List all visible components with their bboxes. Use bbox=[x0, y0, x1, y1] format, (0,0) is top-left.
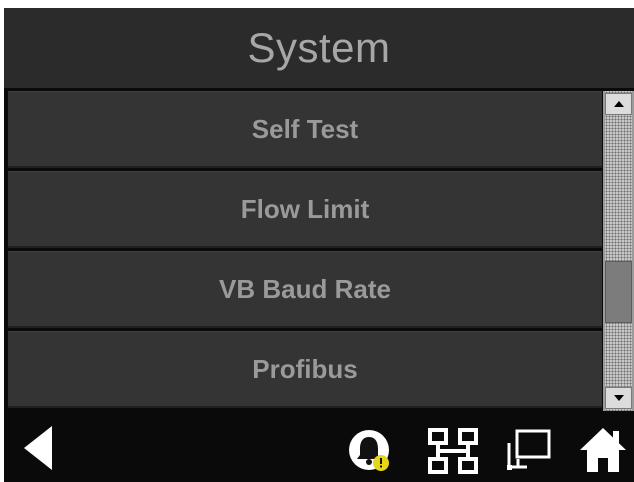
menu-item-label: Flow Limit bbox=[240, 193, 370, 224]
scroll-down-button[interactable] bbox=[605, 387, 632, 409]
bottom-nav-bar bbox=[4, 412, 634, 482]
alarm-button[interactable] bbox=[346, 426, 396, 476]
scrollbar[interactable] bbox=[603, 91, 634, 411]
remote-terminal-icon bbox=[507, 429, 551, 470]
alarm-bell-icon bbox=[349, 430, 389, 471]
network-icon bbox=[428, 428, 478, 474]
scroll-up-button[interactable] bbox=[605, 93, 632, 115]
menu-item-label: VB Baud Rate bbox=[219, 273, 391, 304]
home-icon bbox=[580, 428, 626, 472]
title-bar: System bbox=[4, 8, 634, 88]
back-button[interactable] bbox=[12, 420, 64, 476]
menu-item-self-test[interactable]: Self Test bbox=[8, 91, 602, 168]
arrow-down-icon bbox=[613, 395, 624, 401]
menu-item-label: Profibus bbox=[252, 353, 358, 384]
scrollbar-track[interactable] bbox=[605, 91, 632, 411]
remote-terminal-button[interactable] bbox=[502, 426, 556, 476]
page-title: System bbox=[247, 24, 391, 71]
back-arrow-icon bbox=[24, 426, 52, 470]
menu-item-vb-baud-rate[interactable]: VB Baud Rate bbox=[8, 251, 602, 328]
hmi-screen: System Self Test Flow Limit VB Baud Rate… bbox=[4, 8, 634, 482]
network-button[interactable] bbox=[424, 426, 484, 476]
arrow-up-icon bbox=[613, 101, 624, 107]
menu-item-label: Self Test bbox=[251, 113, 359, 144]
home-button[interactable] bbox=[576, 424, 630, 476]
scrollbar-thumb[interactable] bbox=[605, 261, 632, 323]
menu-item-flow-limit[interactable]: Flow Limit bbox=[8, 171, 602, 248]
menu-item-profibus[interactable]: Profibus bbox=[8, 331, 602, 408]
